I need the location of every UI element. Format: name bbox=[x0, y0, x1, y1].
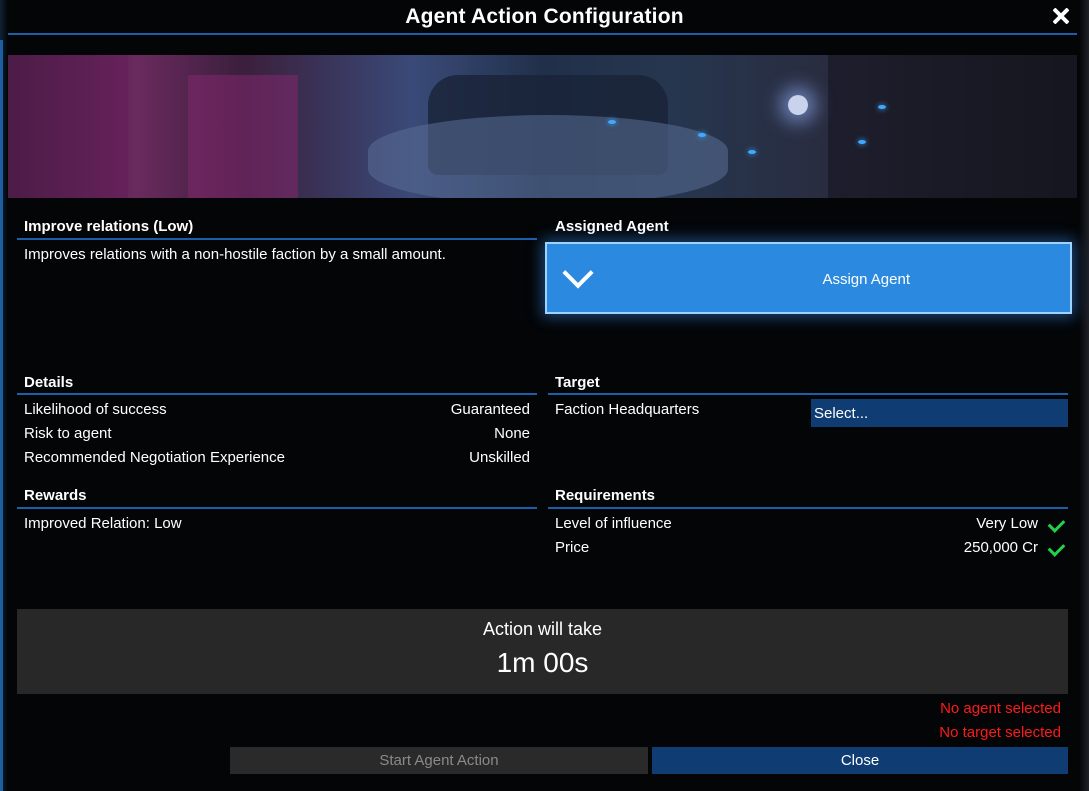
action-description: Improves relations with a non-hostile fa… bbox=[24, 246, 446, 263]
target-select[interactable]: Select... bbox=[811, 399, 1068, 427]
check-icon bbox=[1043, 515, 1066, 537]
assigned-agent-header: Assigned Agent bbox=[555, 218, 669, 235]
requirement-value: Very Low bbox=[976, 515, 1038, 532]
target-divider bbox=[548, 393, 1068, 395]
target-label: Faction Headquarters bbox=[555, 401, 700, 418]
detail-value: Guaranteed bbox=[450, 401, 530, 418]
requirement-label: Level of influence bbox=[555, 515, 672, 532]
location-banner-image bbox=[8, 55, 1077, 198]
error-message: No target selected bbox=[939, 724, 1061, 741]
assign-agent-button[interactable]: Assign Agent bbox=[545, 242, 1072, 314]
target-select-value: Select... bbox=[814, 405, 869, 422]
title-divider bbox=[8, 33, 1077, 35]
requirement-value: 250,000 Cr bbox=[963, 539, 1038, 556]
detail-label: Likelihood of success bbox=[24, 401, 167, 418]
requirement-label: Price bbox=[555, 539, 590, 556]
rewards-divider bbox=[17, 507, 537, 509]
action-divider bbox=[17, 238, 537, 240]
reward-item: Improved Relation: Low bbox=[24, 515, 182, 532]
duration-panel: Action will take 1m 00s bbox=[17, 609, 1068, 694]
assign-agent-label: Assign Agent bbox=[822, 271, 910, 288]
detail-label: Recommended Negotiation Experience bbox=[24, 449, 285, 466]
details-header: Details bbox=[24, 374, 74, 391]
duration-value: 1m 00s bbox=[496, 647, 589, 678]
requirements-divider bbox=[548, 507, 1068, 509]
title-bar: Agent Action Configuration bbox=[0, 0, 1089, 36]
rewards-header: Rewards bbox=[24, 487, 87, 504]
close-icon[interactable] bbox=[1049, 4, 1073, 28]
left-edge-glow bbox=[0, 40, 3, 791]
requirements-header: Requirements bbox=[555, 487, 656, 504]
window-title: Agent Action Configuration bbox=[405, 5, 684, 28]
close-button[interactable]: Close bbox=[652, 747, 1068, 774]
check-icon bbox=[1043, 539, 1066, 561]
action-name: Improve relations (Low) bbox=[24, 218, 194, 235]
detail-label: Risk to agent bbox=[24, 425, 112, 442]
start-agent-action-button[interactable]: Start Agent Action bbox=[230, 747, 648, 774]
detail-value: Unskilled bbox=[469, 449, 530, 466]
duration-label: Action will take bbox=[482, 619, 603, 639]
detail-value: None bbox=[494, 425, 530, 442]
details-divider bbox=[17, 393, 537, 395]
error-message: No agent selected bbox=[940, 700, 1061, 717]
target-header: Target bbox=[555, 374, 600, 391]
